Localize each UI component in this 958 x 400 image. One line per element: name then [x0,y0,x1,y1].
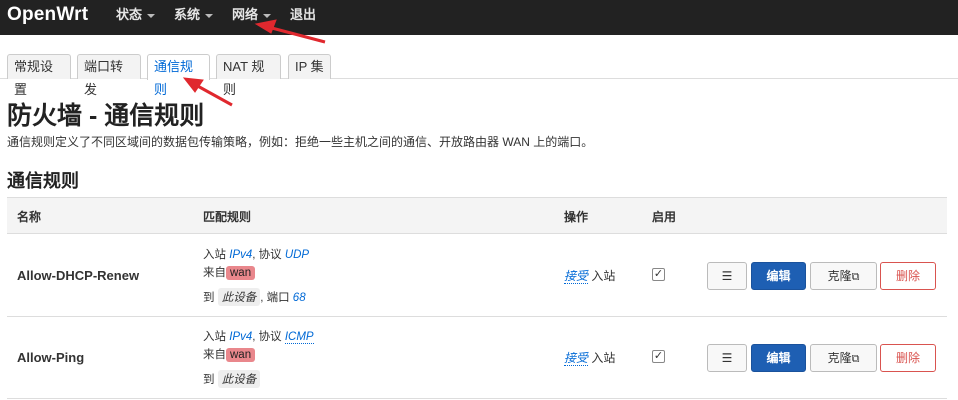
enable-checkbox[interactable]: ✓ [652,268,665,281]
tab-bar: 常规设置 端口转发 通信规则 NAT 规则 IP 集 [0,54,958,97]
menu-button[interactable]: ☰ [707,344,747,372]
protocol-value: ICMP [284,331,314,344]
clone-button[interactable]: 克隆⧉ [810,262,877,290]
protocol-value: UDP [284,249,310,261]
family-value: IPv4 [229,331,253,343]
clone-button[interactable]: 克隆⧉ [810,344,877,372]
tab-general[interactable]: 常规设置 [7,54,71,97]
menu-logout[interactable]: 退出 [290,0,316,35]
caret-down-icon [263,13,272,18]
arrowhead-icon [182,77,204,93]
menu-button[interactable]: ☰ [707,262,747,290]
copy-icon: ⧉ [851,353,860,365]
zone-badge: wan [226,348,256,362]
menu-system[interactable]: 系统 [174,0,214,35]
rule-action: 接受 入站 [564,351,616,366]
edit-button[interactable]: 编辑 [751,262,806,290]
tab-port-forward[interactable]: 端口转发 [77,54,141,97]
col-header-enable: 启用 [652,210,677,224]
menu-network[interactable]: 网络 [232,0,272,35]
table-row: Allow-DHCP-Renew 入站 IPv4, 协议 UDP 来自 wan 到… [7,235,947,317]
table-header: 名称 匹配规则 操作 启用 [7,197,947,234]
rule-action: 接受 入站 [564,269,616,284]
tab-traffic-rules[interactable]: 通信规则 [147,54,210,97]
col-header-action: 操作 [564,210,589,224]
page-description: 通信规则定义了不同区域间的数据包传输策略，例如：拒绝一些主机之间的通信、开放路由… [7,135,594,149]
caret-down-icon [205,13,214,18]
table-row: Allow-Ping 入站 IPv4, 协议 ICMP 来自 wan 到 此设备 … [7,317,947,399]
menu-status[interactable]: 状态 [116,0,156,35]
caret-down-icon [147,13,156,18]
device-badge: 此设备 [217,370,261,388]
brand-logo[interactable]: OpenWrt [7,4,88,26]
rule-name: Allow-DHCP-Renew [17,268,140,283]
device-badge: 此设备 [217,288,261,306]
edit-button[interactable]: 编辑 [751,344,806,372]
rule-name: Allow-Ping [17,350,85,365]
tab-nat-rules[interactable]: NAT 规则 [216,54,281,97]
delete-button[interactable]: 删除 [880,344,936,372]
top-nav-bar: OpenWrt 状态 系统 网络 退出 [0,0,958,35]
port-value: 68 [292,292,306,304]
enable-checkbox[interactable]: ✓ [652,350,665,363]
delete-button[interactable]: 删除 [880,262,936,290]
col-header-name: 名称 [17,210,42,224]
page-title: 防火墙 - 通信规则 [7,102,205,130]
zone-badge: wan [226,266,256,280]
section-title: 通信规则 [7,171,79,191]
copy-icon: ⧉ [851,271,860,283]
family-value: IPv4 [229,249,253,261]
tab-ipsets[interactable]: IP 集 [288,54,331,79]
col-header-match: 匹配规则 [203,210,252,224]
